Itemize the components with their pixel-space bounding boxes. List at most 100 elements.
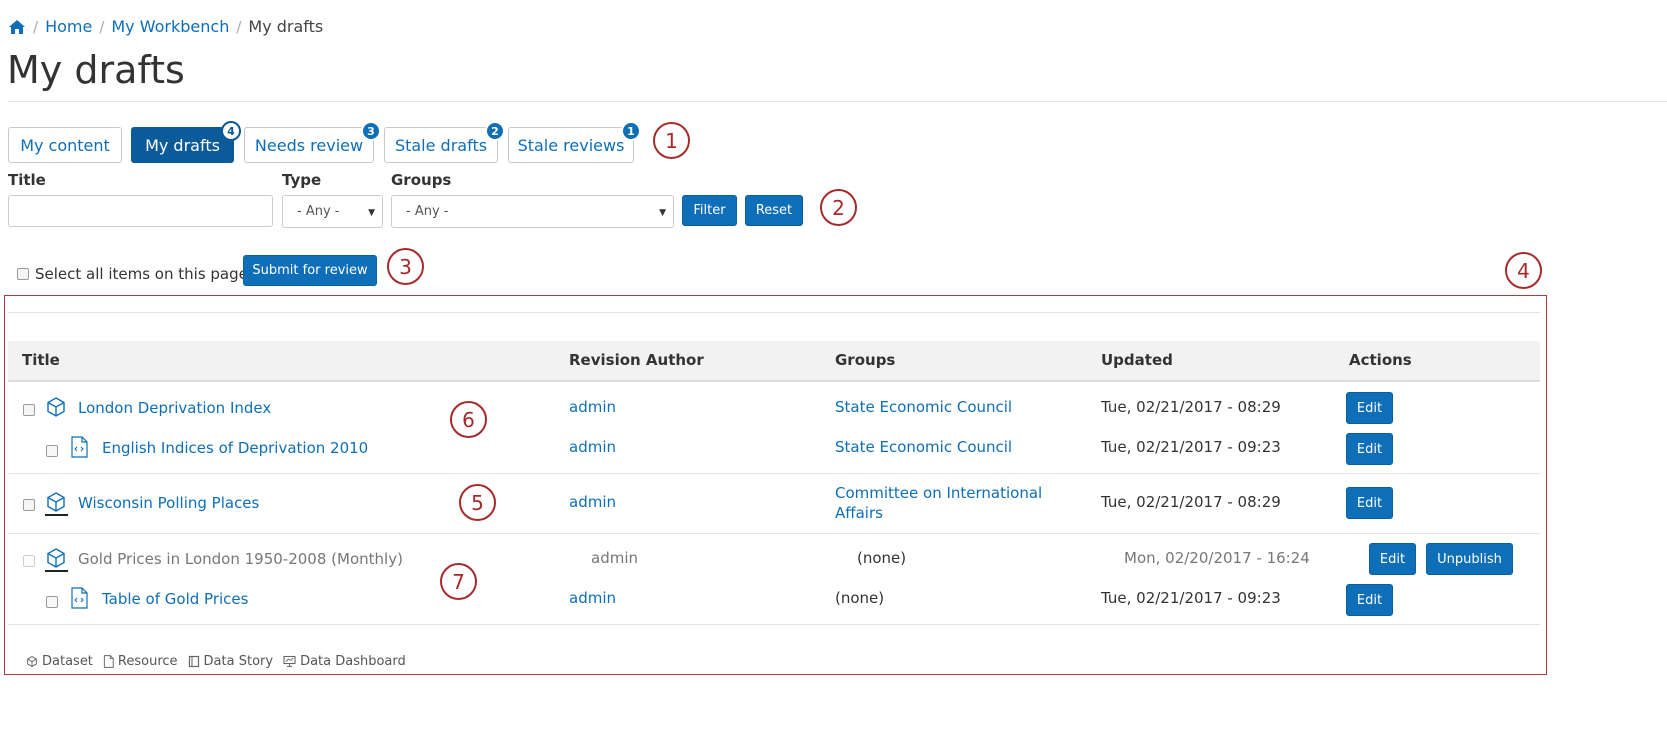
published-indicator (45, 570, 68, 572)
legend-label: Dataset (42, 654, 93, 669)
caret-down-icon: ▼ (659, 208, 666, 218)
home-icon[interactable] (8, 19, 26, 35)
book-icon (188, 655, 199, 668)
row-title: Gold Prices in London 1950-2008 (Monthly… (78, 550, 403, 568)
author-link[interactable]: admin (569, 589, 616, 607)
dataset-icon (47, 548, 65, 568)
type-filter-select[interactable]: - Any - ▼ (282, 195, 383, 228)
edit-button[interactable]: Edit (1346, 392, 1393, 424)
groups-filter-select[interactable]: - Any - ▼ (391, 195, 674, 228)
tab-label: Stale reviews (517, 135, 625, 155)
tab-label: My content (20, 135, 110, 155)
tab-stale-reviews[interactable]: Stale reviews 1 (508, 121, 641, 163)
group-name: (none) (835, 589, 885, 607)
column-header-updated[interactable]: Updated (1101, 351, 1173, 369)
updated-date: Tue, 02/21/2017 - 09:23 (1101, 589, 1281, 607)
caret-down-icon: ▼ (368, 208, 375, 218)
select-all-checkbox[interactable] (17, 268, 29, 280)
dataset-icon (47, 492, 65, 512)
published-indicator (45, 514, 68, 516)
divider (8, 101, 1667, 102)
title-filter-input[interactable] (8, 195, 273, 227)
annotation-callout: 2 (820, 189, 857, 226)
breadcrumb-workbench-link[interactable]: My Workbench (111, 17, 229, 36)
group-link[interactable]: Committee on International Affairs (835, 483, 1055, 523)
column-header-groups[interactable]: Groups (835, 351, 895, 369)
filter-button[interactable]: Filter (682, 195, 737, 226)
groups-filter-label: Groups (391, 171, 452, 189)
row-checkbox (23, 555, 35, 567)
unpublish-button[interactable]: Unpublish (1426, 543, 1513, 575)
group-link[interactable]: State Economic Council (835, 398, 1012, 416)
updated-date: Tue, 02/21/2017 - 08:29 (1101, 493, 1281, 511)
edit-button[interactable]: Edit (1346, 584, 1393, 616)
legend-item-data-dashboard: Data Dashboard (283, 654, 406, 669)
tab-label: Stale drafts (394, 135, 488, 155)
updated-date: Tue, 02/21/2017 - 08:29 (1101, 398, 1281, 416)
breadcrumb-separator: / (33, 17, 39, 36)
legend-label: Resource (117, 654, 178, 669)
breadcrumb-separator: / (99, 17, 105, 36)
resource-icon (103, 655, 114, 668)
count-badge: 2 (485, 121, 505, 141)
legend-label: Data Story (203, 654, 274, 669)
legend-item-data-story: Data Story (188, 654, 274, 669)
annotation-callout: 4 (1505, 252, 1542, 289)
group-link[interactable]: State Economic Council (835, 438, 1012, 456)
type-filter-label: Type (282, 171, 322, 189)
author-link[interactable]: admin (569, 493, 616, 511)
annotation-callout: 3 (387, 248, 424, 285)
count-badge: 4 (221, 121, 241, 141)
breadcrumb-home-link[interactable]: Home (45, 17, 92, 36)
reset-button[interactable]: Reset (745, 195, 803, 226)
content-type-legend: Dataset Resource Data Story Data Dashboa… (26, 654, 416, 669)
row-title-link[interactable]: London Deprivation Index (78, 399, 271, 417)
tab-my-drafts[interactable]: My drafts 4 (131, 121, 241, 163)
tab-label: Needs review (254, 135, 364, 155)
author-link[interactable]: admin (569, 398, 616, 416)
legend-label: Data Dashboard (300, 654, 406, 669)
dashboard-icon (283, 655, 296, 667)
count-badge: 1 (621, 121, 641, 141)
annotation-callout: 1 (653, 122, 690, 159)
edit-button[interactable]: Edit (1346, 433, 1393, 465)
row-title-link[interactable]: English Indices of Deprivation 2010 (102, 439, 368, 457)
submit-for-review-button[interactable]: Submit for review (243, 255, 377, 286)
divider (8, 312, 1540, 313)
row-checkbox[interactable] (46, 596, 58, 608)
updated-date: Tue, 02/21/2017 - 09:23 (1101, 438, 1281, 456)
row-checkbox[interactable] (23, 499, 35, 511)
row-title-link[interactable]: Table of Gold Prices (102, 590, 248, 608)
divider (8, 533, 1540, 534)
tab-stale-drafts[interactable]: Stale drafts 2 (384, 121, 505, 163)
select-value: - Any - (297, 204, 340, 219)
updated-date: Mon, 02/20/2017 - 16:24 (1124, 549, 1310, 567)
row-checkbox[interactable] (23, 404, 35, 416)
column-header-title[interactable]: Title (22, 351, 60, 369)
breadcrumb: / Home / My Workbench / My drafts (8, 17, 323, 36)
page-title: My drafts (7, 48, 185, 92)
title-filter-label: Title (8, 171, 46, 189)
tab-needs-review[interactable]: Needs review 3 (244, 121, 381, 163)
author-link[interactable]: admin (569, 438, 616, 456)
row-title-link[interactable]: Wisconsin Polling Places (78, 494, 259, 512)
resource-icon (71, 587, 88, 609)
column-header-actions: Actions (1349, 351, 1412, 369)
dataset-icon (27, 656, 37, 667)
breadcrumb-current: My drafts (248, 17, 324, 36)
edit-button[interactable]: Edit (1346, 487, 1393, 519)
row-checkbox[interactable] (46, 445, 58, 457)
divider (8, 473, 1540, 474)
select-value: - Any - (406, 204, 449, 219)
select-all-label: Select all items on this page (35, 265, 248, 283)
tab-my-content[interactable]: My content (8, 127, 122, 163)
breadcrumb-separator: / (236, 17, 242, 36)
column-header-author[interactable]: Revision Author (569, 351, 704, 369)
count-badge: 3 (361, 121, 381, 141)
group-name: (none) (857, 549, 907, 567)
author-name: admin (591, 549, 638, 567)
edit-button[interactable]: Edit (1369, 543, 1416, 575)
dataset-icon (47, 397, 65, 417)
table-header (8, 341, 1540, 382)
legend-item-resource: Resource (103, 654, 178, 669)
